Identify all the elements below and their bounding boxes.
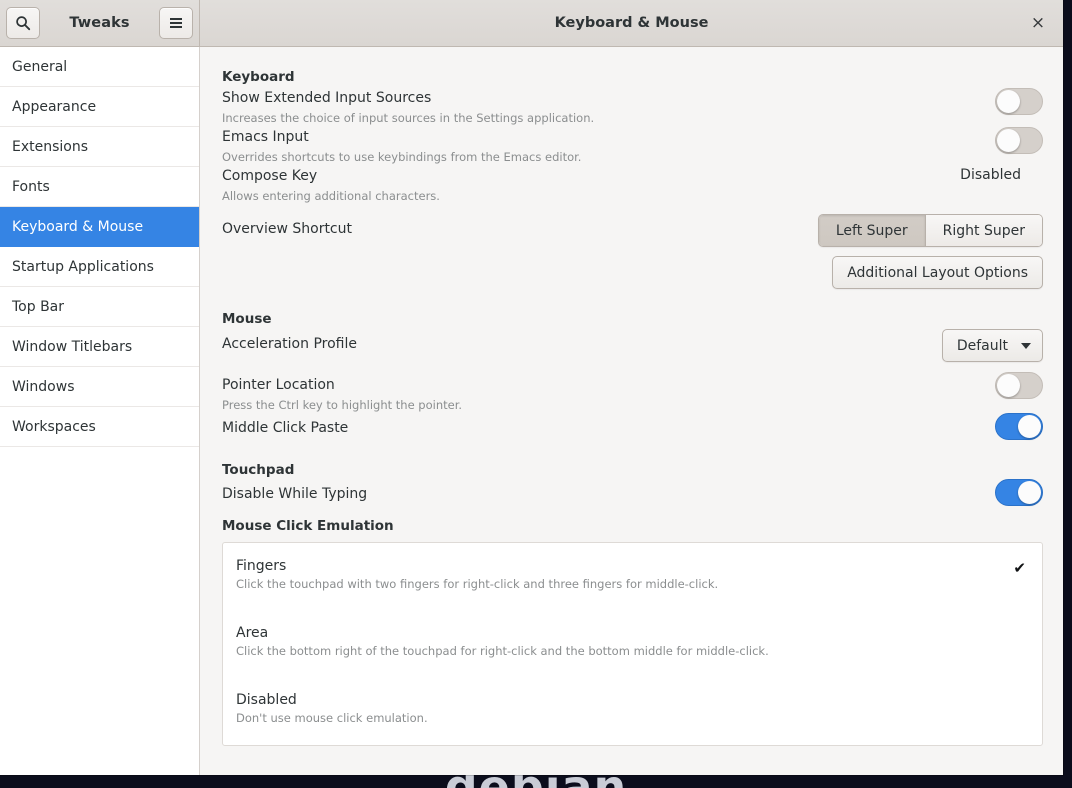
row-compose-key: Compose Key Allows entering additional c…: [222, 166, 1043, 205]
option-disabled[interactable]: Disabled Don't use mouse click emulation…: [223, 674, 1042, 745]
row-control: [995, 479, 1043, 506]
compose-key-value[interactable]: Disabled: [960, 167, 1021, 183]
setting-label: Acceleration Profile: [222, 336, 357, 352]
row-control: [995, 88, 1043, 115]
option-labels: Disabled Don't use mouse click emulation…: [236, 690, 428, 727]
row-labels: Pointer Location Press the Ctrl key to h…: [222, 375, 476, 414]
group-title-mouse: Mouse: [222, 311, 272, 327]
toggle-show-extended-input-sources[interactable]: [995, 88, 1043, 115]
additional-layout-options-button[interactable]: Additional Layout Options: [832, 256, 1043, 289]
setting-label: Disable While Typing: [222, 486, 368, 502]
row-pointer-location: Pointer Location Press the Ctrl key to h…: [222, 372, 1043, 414]
option-labels: Area Click the bottom right of the touch…: [236, 623, 769, 660]
row-control: Disabled: [960, 166, 1043, 183]
sidebar-item-window-titlebars[interactable]: Window Titlebars: [0, 327, 199, 367]
row-control: Default: [941, 329, 1043, 362]
overview-shortcut-segmented-control: Left Super Right Super: [817, 214, 1043, 247]
sidebar-item-extensions[interactable]: Extensions: [0, 127, 199, 167]
group-title-touchpad: Touchpad: [222, 462, 295, 478]
segment-left-super[interactable]: Left Super: [818, 215, 925, 246]
row-labels: Acceleration Profile: [222, 334, 371, 355]
setting-description: Press the Ctrl key to highlight the poin…: [222, 398, 463, 412]
setting-description: Overrides shortcuts to use keybindings f…: [222, 150, 582, 164]
setting-label: Overview Shortcut: [222, 221, 352, 237]
sidebar-item-appearance[interactable]: Appearance: [0, 87, 199, 127]
segment-right-super[interactable]: Right Super: [924, 215, 1042, 246]
settings-content: Keyboard Show Extended Input Sources Inc…: [200, 47, 1063, 775]
group-title-mouse-click-emulation: Mouse Click Emulation: [222, 518, 394, 534]
toggle-knob: [1018, 415, 1041, 438]
row-control: Left Super Right Super: [817, 214, 1043, 247]
chevron-down-icon: [1021, 342, 1031, 349]
row-disable-while-typing: Disable While Typing: [222, 479, 1043, 506]
toggle-disable-while-typing[interactable]: [995, 479, 1043, 506]
option-area[interactable]: Area Click the bottom right of the touch…: [223, 607, 1042, 674]
row-acceleration-profile: Acceleration Profile Default: [222, 329, 1043, 362]
sidebar-item-keyboard-and-mouse[interactable]: Keyboard & Mouse: [0, 207, 199, 247]
toggle-knob: [997, 129, 1020, 152]
sidebar-item-top-bar[interactable]: Top Bar: [0, 287, 199, 327]
mouse-click-emulation-list: Fingers Click the touchpad with two fing…: [222, 542, 1043, 746]
hamburger-menu-icon: [170, 18, 182, 28]
row-labels: Show Extended Input Sources Increases th…: [222, 88, 608, 127]
row-emacs-input: Emacs Input Overrides shortcuts to use k…: [222, 127, 1043, 166]
option-title: Fingers: [236, 558, 287, 574]
setting-description: Increases the choice of input sources in…: [222, 111, 595, 125]
sidebar-item-fonts[interactable]: Fonts: [0, 167, 199, 207]
header-right-section: Keyboard & Mouse ×: [200, 0, 1063, 46]
row-labels: Disable While Typing: [222, 484, 381, 505]
window-body: General Appearance Extensions Fonts Keyb…: [0, 47, 1063, 775]
row-control: [995, 127, 1043, 154]
close-icon[interactable]: ×: [1025, 10, 1051, 36]
main-menu-button[interactable]: [159, 7, 193, 39]
row-labels: Emacs Input Overrides shortcuts to use k…: [222, 127, 595, 166]
sidebar-item-general[interactable]: General: [0, 47, 199, 87]
row-control: [995, 372, 1043, 399]
app-title: Tweaks: [69, 15, 130, 31]
page-title: Keyboard & Mouse: [554, 15, 709, 31]
header-left-section: Tweaks: [0, 0, 200, 46]
option-description: Click the touchpad with two fingers for …: [236, 577, 719, 591]
row-overview-shortcut: Overview Shortcut Left Super Right Super: [222, 214, 1043, 247]
toggle-knob: [997, 374, 1020, 397]
option-title: Area: [236, 625, 269, 641]
check-icon: ✔: [1013, 559, 1026, 577]
option-description: Click the bottom right of the touchpad f…: [236, 644, 769, 658]
setting-label: Compose Key: [222, 168, 318, 184]
row-middle-click-paste: Middle Click Paste: [222, 413, 1043, 440]
setting-label: Show Extended Input Sources: [222, 90, 432, 106]
sidebar-item-windows[interactable]: Windows: [0, 367, 199, 407]
row-control: [995, 413, 1043, 440]
toggle-knob: [997, 90, 1020, 113]
sidebar: General Appearance Extensions Fonts Keyb…: [0, 47, 200, 775]
option-labels: Fingers Click the touchpad with two fing…: [236, 556, 718, 593]
dropdown-value: Default: [956, 337, 1008, 354]
row-show-extended-input-sources: Show Extended Input Sources Increases th…: [222, 88, 1043, 127]
search-icon: [16, 16, 31, 31]
tweaks-window: Tweaks Keyboard & Mouse × General Appear…: [0, 0, 1063, 775]
setting-description: Allows entering additional characters.: [222, 189, 440, 203]
search-button[interactable]: [6, 7, 40, 39]
toggle-knob: [1018, 481, 1041, 504]
setting-label: Emacs Input: [222, 129, 309, 145]
row-labels: Overview Shortcut: [222, 219, 366, 240]
row-additional-layout-options: Additional Layout Options: [222, 256, 1043, 289]
sidebar-item-startup-applications[interactable]: Startup Applications: [0, 247, 199, 287]
header-bar: Tweaks Keyboard & Mouse ×: [0, 0, 1063, 47]
option-title: Disabled: [236, 692, 297, 708]
toggle-middle-click-paste[interactable]: [995, 413, 1043, 440]
toggle-emacs-input[interactable]: [995, 127, 1043, 154]
acceleration-profile-dropdown[interactable]: Default: [941, 329, 1043, 362]
setting-label: Middle Click Paste: [222, 420, 349, 436]
row-labels: Compose Key Allows entering additional c…: [222, 166, 454, 205]
setting-label: Pointer Location: [222, 377, 335, 393]
group-title-keyboard: Keyboard: [222, 69, 295, 85]
toggle-pointer-location[interactable]: [995, 372, 1043, 399]
sidebar-item-workspaces[interactable]: Workspaces: [0, 407, 199, 447]
option-fingers[interactable]: Fingers Click the touchpad with two fing…: [223, 543, 1042, 607]
row-labels: Middle Click Paste: [222, 418, 362, 439]
option-description: Don't use mouse click emulation.: [236, 711, 428, 725]
